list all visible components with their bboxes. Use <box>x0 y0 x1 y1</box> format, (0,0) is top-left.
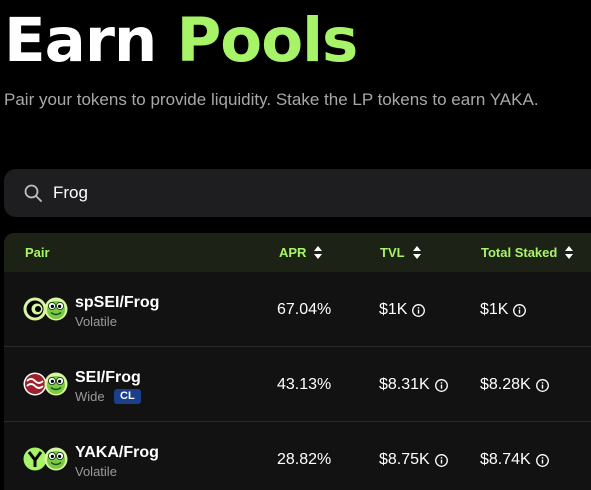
column-header-total-staked[interactable]: Total Staked <box>481 245 574 260</box>
pair-name: YAKA/Frog <box>75 444 159 461</box>
pool-type: Wide <box>75 389 105 404</box>
search-input[interactable] <box>53 181 573 205</box>
cl-badge: CL <box>114 389 141 404</box>
table-row[interactable]: YAKA/Frog Volatile 28.82% $8.75K $8.74K <box>4 422 591 490</box>
tvl-value: $8.31K <box>379 376 430 393</box>
total-staked-value: $1K <box>480 301 509 318</box>
table-header: Pair APR TVL Total Staked <box>4 233 591 272</box>
yaka-token-icon <box>23 447 47 471</box>
apr-value: 43.13% <box>277 376 332 393</box>
info-icon[interactable] <box>535 453 549 467</box>
spsei-token-icon <box>23 297 47 321</box>
search-icon <box>24 184 42 202</box>
frog-token-icon <box>43 371 69 397</box>
column-label-pair: Pair <box>25 245 50 260</box>
pair-logos <box>23 446 69 472</box>
page-title-word-pools: Pools <box>176 5 359 76</box>
earn-pools-page: Earn Pools Pair your tokens to provide l… <box>0 0 591 490</box>
sort-icon <box>565 246 574 259</box>
total-staked-value: $8.28K <box>480 376 531 393</box>
page-subtitle: Pair your tokens to provide liquidity. S… <box>4 90 539 109</box>
apr-value: 28.82% <box>277 451 332 468</box>
info-icon[interactable] <box>535 378 549 392</box>
table-row[interactable]: SEI/Frog Wide CL 43.13% $8.31K $8.28K <box>4 347 591 422</box>
column-label-total-staked: Total Staked <box>481 245 558 260</box>
total-staked-cell: $1K <box>480 301 527 319</box>
column-header-apr[interactable]: APR <box>279 245 323 260</box>
page-title-word-earn: Earn <box>4 5 157 76</box>
tvl-cell: $8.31K <box>379 376 448 394</box>
sei-token-icon <box>23 372 47 396</box>
info-icon[interactable] <box>412 303 426 317</box>
search-bar[interactable] <box>4 169 591 217</box>
sort-icon <box>412 246 421 259</box>
info-icon[interactable] <box>513 303 527 317</box>
tvl-value: $8.75K <box>379 451 430 468</box>
column-header-pair: Pair <box>25 245 50 260</box>
pair-logos <box>23 296 69 322</box>
sort-icon <box>314 246 323 259</box>
total-staked-value: $8.74K <box>480 451 531 468</box>
tvl-value: $1K <box>379 301 408 318</box>
pair-name: spSEI/Frog <box>75 294 160 311</box>
frog-token-icon <box>43 446 69 472</box>
total-staked-cell: $8.74K <box>480 451 549 469</box>
apr-value: 67.04% <box>277 301 332 318</box>
pool-type: Volatile <box>75 314 117 329</box>
table-row[interactable]: spSEI/Frog Volatile 67.04% $1K $1K <box>4 272 591 347</box>
info-icon[interactable] <box>434 453 448 467</box>
column-label-apr: APR <box>279 245 307 260</box>
tvl-cell: $1K <box>379 301 426 319</box>
pair-name: SEI/Frog <box>75 369 141 386</box>
info-icon[interactable] <box>434 378 448 392</box>
column-label-tvl: TVL <box>380 245 405 260</box>
pair-logos <box>23 371 69 397</box>
tvl-cell: $8.75K <box>379 451 448 469</box>
frog-token-icon <box>43 296 69 322</box>
column-header-tvl[interactable]: TVL <box>380 245 421 260</box>
pools-table: Pair APR TVL Total Staked spSEI/Frog Vol… <box>4 233 591 490</box>
pool-type: Volatile <box>75 464 117 479</box>
total-staked-cell: $8.28K <box>480 376 549 394</box>
page-title: Earn Pools <box>4 5 359 76</box>
